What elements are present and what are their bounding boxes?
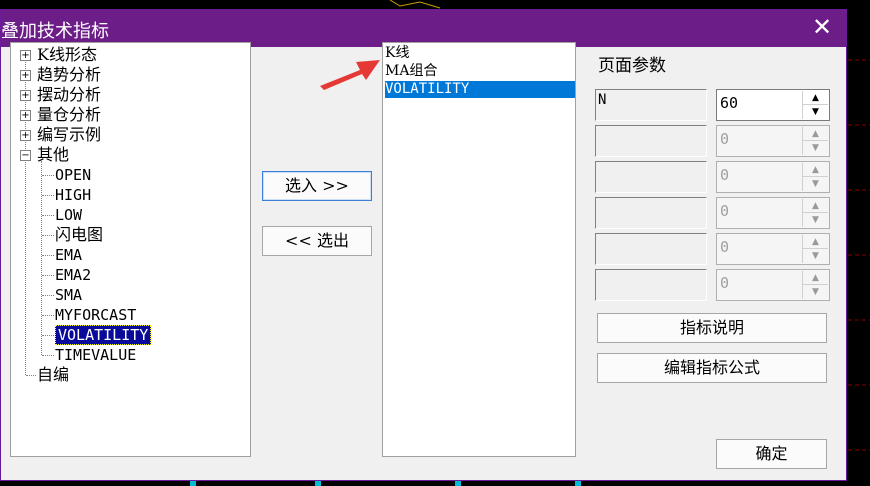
indicator-description-button[interactable]: 指标说明 [597, 313, 827, 343]
tree-leaf-item[interactable]: MYFORCAST [55, 305, 136, 325]
tree-leaf-label: EMA2 [55, 266, 92, 284]
expand-icon[interactable]: + [20, 110, 31, 121]
tree-branch [42, 335, 54, 336]
param-value[interactable]: 0 [720, 274, 729, 292]
tree-leaf-label: VOLATILITY [55, 325, 152, 345]
selected-list-item[interactable]: VOLATILITY [385, 81, 575, 98]
spin-buttons[interactable]: ▲ ▼ [802, 199, 828, 227]
tree-leaf-label: TIMEVALUE [55, 346, 137, 364]
spin-up-icon[interactable]: ▲ [803, 127, 828, 141]
selected-list-item[interactable]: K线 [385, 45, 575, 62]
tree-branch [42, 295, 54, 296]
spin-up-icon[interactable]: ▲ [803, 271, 828, 285]
spin-up-icon[interactable]: ▲ [803, 91, 828, 105]
expand-icon[interactable]: + [20, 50, 31, 61]
ok-button[interactable]: 确定 [716, 439, 827, 469]
param-value[interactable]: 0 [720, 166, 729, 184]
param-name-field [595, 197, 707, 229]
param-value-stepper[interactable]: 0 ▲ ▼ [716, 269, 830, 301]
annotation-arrow-icon [320, 60, 380, 90]
spin-buttons[interactable]: ▲ ▼ [802, 235, 828, 263]
spin-buttons[interactable]: ▲ ▼ [802, 91, 828, 119]
expand-icon[interactable]: + [20, 70, 31, 81]
tree-branch [42, 355, 54, 356]
tree-branch [42, 175, 54, 176]
selected-list-item[interactable]: MA组合 [385, 63, 575, 80]
tree-leaf-item[interactable]: VOLATILITY [55, 325, 152, 345]
dialog-title: 叠加技术指标 [1, 21, 109, 42]
spin-down-icon[interactable]: ▼ [803, 177, 828, 191]
param-value[interactable]: 0 [720, 130, 729, 148]
param-value-stepper[interactable]: 60 ▲ ▼ [716, 89, 830, 121]
param-value-stepper[interactable]: 0 ▲ ▼ [716, 233, 830, 265]
tree-leaf-item[interactable]: EMA [55, 245, 82, 265]
tree-leaf-label: 闪电图 [55, 225, 104, 244]
tree-leaf-label: OPEN [55, 166, 92, 184]
edit-formula-button[interactable]: 编辑指标公式 [597, 353, 827, 383]
spin-up-icon[interactable]: ▲ [803, 163, 828, 177]
tree-leaf-label: LOW [55, 206, 83, 224]
tree-connector [25, 55, 26, 375]
tree-branch [26, 375, 36, 376]
spin-down-icon[interactable]: ▼ [803, 141, 828, 155]
spin-down-icon[interactable]: ▼ [803, 285, 828, 299]
tree-leaf-label: SMA [55, 286, 83, 304]
spin-buttons[interactable]: ▲ ▼ [802, 271, 828, 299]
tree-group-item[interactable]: 趋势分析 [37, 65, 101, 85]
param-name-field [595, 125, 707, 157]
tree-leaf-item[interactable]: EMA2 [55, 265, 91, 285]
tree-branch [42, 195, 54, 196]
tree-leaf-item[interactable]: SMA [55, 285, 82, 305]
param-value[interactable]: 0 [720, 202, 729, 220]
spin-up-icon[interactable]: ▲ [803, 199, 828, 213]
remove-button[interactable]: << 选出 [262, 226, 372, 256]
tree-branch [42, 275, 54, 276]
spin-down-icon[interactable]: ▼ [803, 249, 828, 263]
tree-child-connector [41, 161, 42, 355]
spin-down-icon[interactable]: ▼ [803, 105, 828, 119]
tree-leaf-item[interactable]: 闪电图 [55, 225, 103, 245]
tree-branch [42, 315, 54, 316]
tree-group-item[interactable]: K线形态 [37, 45, 97, 65]
param-name-field [595, 269, 707, 301]
param-value-stepper[interactable]: 0 ▲ ▼ [716, 125, 830, 157]
close-icon[interactable]: ✕ [810, 15, 834, 39]
tree-leaf-label: MYFORCAST [55, 306, 137, 324]
param-name-field [595, 161, 707, 193]
param-value-stepper[interactable]: 0 ▲ ▼ [716, 161, 830, 193]
spin-buttons[interactable]: ▲ ▼ [802, 163, 828, 191]
tree-group-item[interactable]: 摆动分析 [37, 85, 101, 105]
spin-down-icon[interactable]: ▼ [803, 213, 828, 227]
tree-leaf-item[interactable]: OPEN [55, 165, 91, 185]
selected-indicator-list[interactable]: K线 MA组合 VOLATILITY [382, 42, 576, 457]
tree-branch [42, 255, 54, 256]
spin-buttons[interactable]: ▲ ▼ [802, 127, 828, 155]
tree-leaf-label: EMA [55, 246, 83, 264]
tree-group-item[interactable]: 编写示例 [37, 125, 101, 145]
param-name-field: N [595, 89, 707, 121]
tree-branch [42, 235, 54, 236]
param-value[interactable]: 0 [720, 238, 729, 256]
spin-up-icon[interactable]: ▲ [803, 235, 828, 249]
tree-leaf-item[interactable]: HIGH [55, 185, 91, 205]
tree-leaf-item[interactable]: TIMEVALUE [55, 345, 136, 365]
collapse-icon[interactable]: − [20, 150, 31, 161]
param-name-field [595, 233, 707, 265]
param-value-stepper[interactable]: 0 ▲ ▼ [716, 197, 830, 229]
tree-group-item[interactable]: 自编 [37, 365, 69, 385]
tree-leaf-label: HIGH [55, 186, 92, 204]
tree-branch [42, 215, 54, 216]
add-button[interactable]: 选入 >> [262, 171, 372, 201]
param-value[interactable]: 60 [720, 94, 738, 112]
tree-group-item[interactable]: 量仓分析 [37, 105, 101, 125]
indicator-tree[interactable]: + K线形态 + 趋势分析 + 摆动分析 + 量仓分析 + 编写示例 − 其他 OPEN HIGH LOW 闪… [10, 42, 251, 457]
tree-leaf-item[interactable]: LOW [55, 205, 82, 225]
expand-icon[interactable]: + [20, 90, 31, 101]
expand-icon[interactable]: + [20, 130, 31, 141]
params-title: 页面参数 [598, 56, 666, 76]
